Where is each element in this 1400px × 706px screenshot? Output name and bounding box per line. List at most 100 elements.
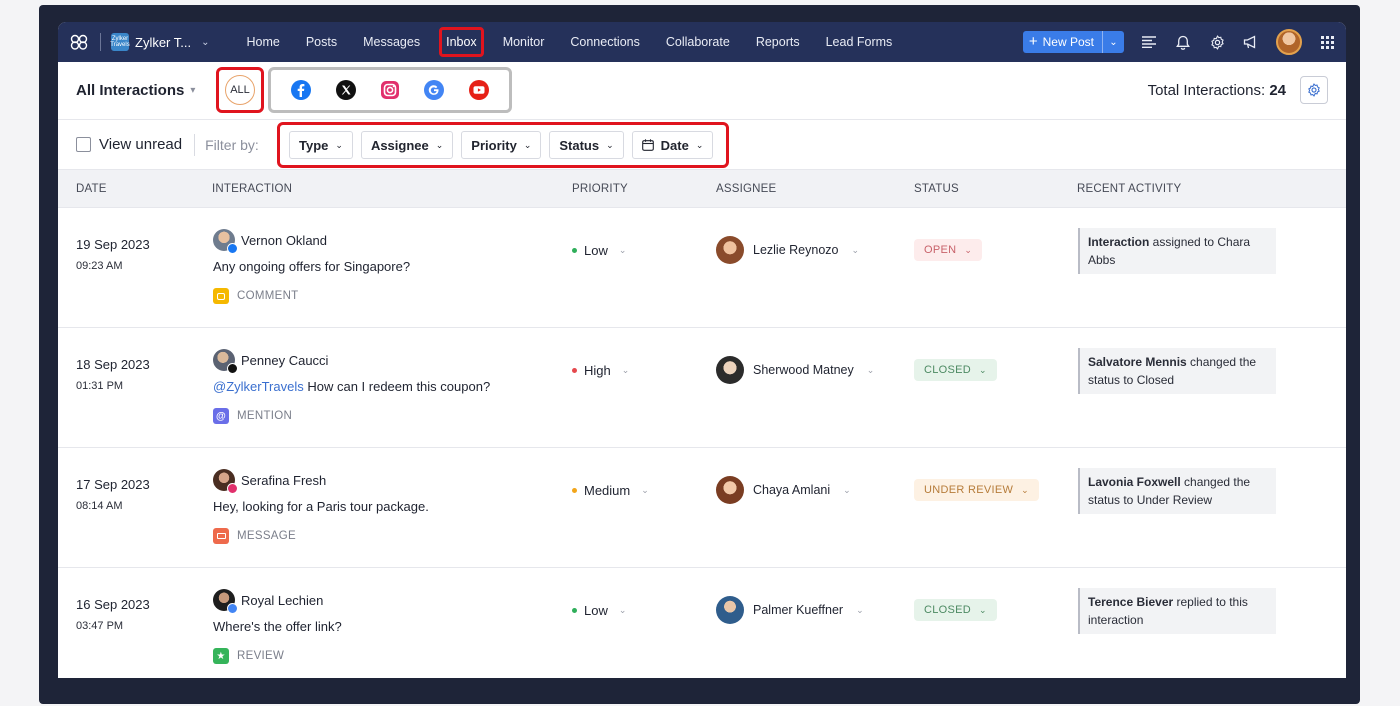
table-row[interactable]: 16 Sep 2023 03:47 PM Royal Lechien Where…: [58, 568, 1346, 678]
total-interactions: Total Interactions: 24: [1148, 82, 1286, 99]
row-user[interactable]: Penney Caucci: [213, 349, 328, 374]
all-channels-highlight: ALL: [216, 67, 264, 113]
facebook-icon[interactable]: [290, 79, 312, 101]
chevron-down-icon: ⌄: [843, 484, 851, 495]
header-status[interactable]: STATUS: [914, 183, 959, 195]
row-priority-dropdown[interactable]: Medium ⌄: [572, 483, 649, 498]
row-message[interactable]: Any ongoing offers for Singapore?: [213, 259, 410, 274]
nav-monitor[interactable]: Monitor: [490, 22, 558, 62]
status-badge[interactable]: CLOSED ⌄: [914, 599, 997, 621]
row-assignee-dropdown[interactable]: Sherwood Matney ⌄: [716, 356, 874, 384]
top-navigation: Zylker Travels Zylker T... ⌄ Home Posts …: [58, 22, 1346, 62]
row-message[interactable]: Hey, looking for a Paris tour package.: [213, 499, 429, 514]
chevron-down-icon: ⌄: [695, 139, 704, 150]
row-message[interactable]: @ZylkerTravels How can I redeem this cou…: [213, 379, 490, 394]
header-assignee[interactable]: ASSIGNEE: [716, 183, 776, 195]
row-assignee-dropdown[interactable]: Palmer Kueffner ⌄: [716, 596, 864, 624]
app-logo-icon[interactable]: [68, 31, 90, 53]
chevron-down-icon: ⌄: [335, 139, 343, 150]
header-recent-activity[interactable]: RECENT ACTIVITY: [1077, 183, 1181, 195]
divider: [194, 133, 196, 156]
nav-messages[interactable]: Messages: [350, 22, 433, 62]
brand-switcher[interactable]: Zylker Travels Zylker T... ⌄: [110, 33, 210, 51]
nav-lead-forms[interactable]: Lead Forms: [813, 22, 906, 62]
nav-posts[interactable]: Posts: [293, 22, 350, 62]
chevron-down-icon: ⌄: [435, 139, 444, 150]
user-avatar[interactable]: [1276, 29, 1302, 55]
row-message[interactable]: Where's the offer link?: [213, 619, 342, 634]
filter-priority-button[interactable]: Priority ⌄: [461, 131, 542, 159]
chevron-down-icon: ⌄: [979, 364, 987, 375]
row-user[interactable]: Serafina Fresh: [213, 469, 327, 494]
nav-reports[interactable]: Reports: [743, 22, 813, 62]
row-priority-dropdown[interactable]: High ⌄: [572, 363, 629, 378]
calendar-icon: [641, 139, 654, 151]
facebook-icon: [227, 243, 238, 254]
status-badge[interactable]: OPEN ⌄: [914, 239, 983, 261]
x-icon[interactable]: [335, 79, 357, 101]
nav-collaborate[interactable]: Collaborate: [653, 22, 743, 62]
list-icon[interactable]: [1140, 33, 1158, 51]
total-interactions-label: Total Interactions:: [1147, 82, 1266, 99]
megaphone-icon[interactable]: [1242, 33, 1260, 51]
view-unread-toggle[interactable]: View unread: [76, 136, 182, 153]
filter-type-button[interactable]: Type ⌄: [289, 131, 353, 159]
new-post-button[interactable]: + New Post ⌄: [1022, 31, 1124, 53]
google-icon: [227, 603, 238, 614]
row-priority-dropdown[interactable]: Low ⌄: [572, 243, 626, 258]
row-assignee-name: Chaya Amlani: [753, 483, 831, 497]
google-icon[interactable]: [423, 79, 445, 101]
all-channels-button[interactable]: ALL: [225, 75, 255, 105]
channel-filter-group: [268, 67, 512, 113]
table-row[interactable]: 19 Sep 2023 09:23 AM Vernon Okland Any o…: [58, 208, 1346, 328]
row-assignee-dropdown[interactable]: Chaya Amlani ⌄: [716, 476, 851, 504]
chevron-down-icon: ⌄: [606, 139, 614, 150]
row-user[interactable]: Royal Lechien: [213, 589, 323, 614]
filter-date-button[interactable]: Date ⌄: [631, 131, 714, 159]
row-recent-activity: Salvatore Mennis changed the status to C…: [1078, 348, 1276, 394]
row-assignee-dropdown[interactable]: Lezlie Reynozo ⌄: [716, 236, 859, 264]
filter-status-button[interactable]: Status ⌄: [549, 131, 624, 159]
nav-inbox[interactable]: Inbox: [433, 22, 490, 62]
chevron-down-icon: ⌄: [641, 485, 649, 495]
header-date[interactable]: DATE: [76, 183, 107, 195]
filter-assignee-button[interactable]: Assignee ⌄: [360, 131, 454, 159]
filter-by-label: Filter by:: [205, 136, 259, 153]
row-user-name: Serafina Fresh: [241, 472, 327, 488]
bell-icon[interactable]: [1174, 33, 1192, 51]
table-row[interactable]: 17 Sep 2023 08:14 AM Serafina Fresh Hey,…: [58, 448, 1346, 568]
app-window: Zylker Travels Zylker T... ⌄ Home Posts …: [58, 22, 1346, 678]
status-badge[interactable]: UNDER REVIEW ⌄: [914, 479, 1040, 501]
plus-icon: +: [1028, 33, 1038, 50]
new-post-dropdown-icon[interactable]: ⌄: [1102, 31, 1124, 53]
row-mention[interactable]: @ZylkerTravels: [213, 379, 304, 394]
chevron-down-icon: ⌄: [201, 36, 210, 48]
header-priority[interactable]: PRIORITY: [572, 183, 628, 195]
chevron-down-icon: ⌄: [866, 364, 875, 375]
header-interaction[interactable]: INTERACTION: [212, 183, 292, 195]
nav-home[interactable]: Home: [234, 22, 293, 62]
chevron-down-icon: ⌄: [618, 605, 627, 615]
row-message-text: How can I redeem this coupon?: [303, 379, 491, 394]
activity-actor: Salvatore Mennis: [1088, 355, 1187, 369]
row-priority-label: Medium: [584, 483, 631, 498]
row-user[interactable]: Vernon Okland: [213, 229, 327, 254]
inbox-subheader: All Interactions ▾ ALL Total Interaction…: [58, 62, 1346, 120]
chevron-down-icon: ⌄: [618, 245, 627, 255]
table-settings-button[interactable]: [1300, 76, 1328, 104]
row-status-label: OPEN: [924, 244, 957, 256]
instagram-icon[interactable]: [379, 79, 401, 101]
status-badge[interactable]: CLOSED ⌄: [914, 359, 997, 381]
gear-icon[interactable]: [1208, 33, 1226, 51]
total-interactions-count: 24: [1269, 82, 1286, 99]
all-interactions-dropdown[interactable]: All Interactions ▾: [76, 82, 195, 99]
row-priority-dropdown[interactable]: Low ⌄: [572, 603, 626, 618]
table-row[interactable]: 18 Sep 2023 01:31 PM Penney Caucci @Zylk…: [58, 328, 1346, 448]
row-type-label: REVIEW: [237, 650, 285, 662]
view-unread-checkbox[interactable]: [76, 137, 91, 152]
avatar: [213, 229, 238, 254]
youtube-icon[interactable]: [468, 79, 490, 101]
nav-connections[interactable]: Connections: [557, 22, 653, 62]
avatar: [213, 349, 238, 374]
grid-icon[interactable]: [1318, 33, 1336, 51]
